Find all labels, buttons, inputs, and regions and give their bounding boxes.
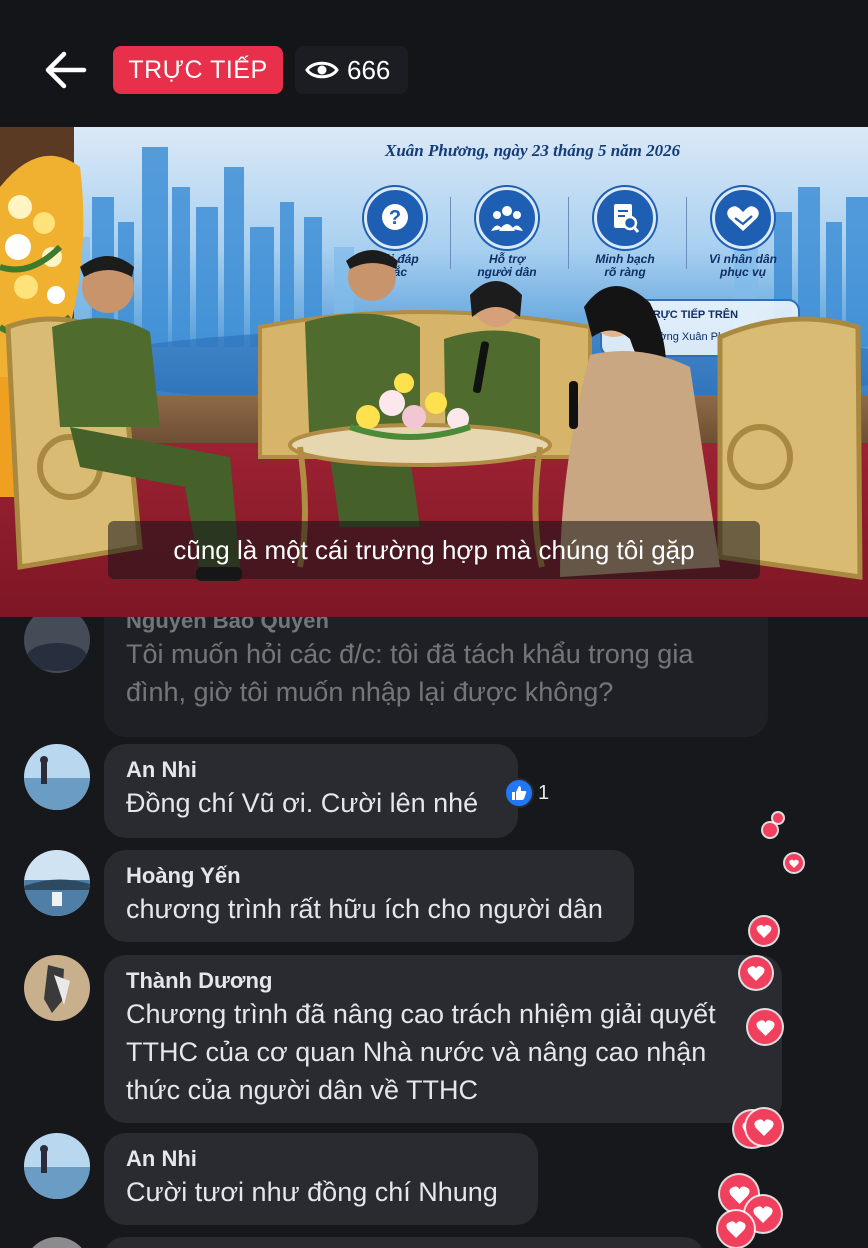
comment-bubble: An Nhi Cười tươi như đồng chí Nhung	[104, 1133, 538, 1225]
comment-author[interactable]: Thành Dương	[126, 967, 760, 995]
comment-author[interactable]: Nguyen Bao Quyen	[126, 617, 746, 635]
comment-text-line: chương trình rất hữu ích cho người dân	[126, 894, 603, 924]
comment-text-line: Chương trình đã nâng cao trách nhiệm giả…	[126, 999, 716, 1029]
avatar[interactable]	[24, 1237, 90, 1248]
heart-reaction-icon	[748, 1010, 782, 1044]
top-bar: TRỰC TIẾP 666	[0, 0, 868, 127]
comment-author[interactable]: An Nhi	[126, 756, 496, 784]
live-subtitle: cũng là một cái trường hợp mà chúng tôi …	[108, 521, 760, 579]
reaction-count: 1	[538, 781, 550, 804]
comment-text-line: thức của người dân về TTHC	[126, 1075, 479, 1105]
comment-bubble: Hoàng Yến chương trình rất hữu ích cho n…	[104, 850, 634, 942]
avatar[interactable]	[24, 744, 90, 810]
live-video[interactable]: Xuân Phương, ngày 23 tháng 5 năm 2026 ? …	[0, 127, 868, 617]
avatar[interactable]	[24, 850, 90, 916]
comment-text-line: Đồng chí Vũ ơi. Cười lên nhé	[126, 788, 479, 818]
live-badge: TRỰC TIẾP	[113, 46, 283, 94]
comment-author[interactable]: An Nhi	[126, 1145, 516, 1173]
avatar[interactable]	[24, 1133, 90, 1199]
comment-text-line: đình, giờ tôi muốn nhập lại được không?	[126, 677, 614, 707]
comment-text-line: Tôi muốn hỏi các đ/c: tôi đã tách khẩu t…	[126, 639, 694, 669]
like-icon	[504, 778, 534, 808]
back-button[interactable]	[38, 46, 92, 94]
heart-reaction-icon	[785, 854, 803, 872]
comment-bubble: Nguyen Bao Quyen Tôi muốn hỏi các đ/c: t…	[104, 617, 768, 737]
heart-reaction-icon	[750, 917, 778, 945]
avatar[interactable]	[24, 617, 90, 673]
back-arrow-icon	[45, 51, 87, 89]
viewer-count: 666	[295, 46, 409, 94]
comment-text-line: Cười tươi như đồng chí Nhung	[126, 1177, 498, 1207]
viewer-count-value: 666	[347, 54, 391, 85]
comment-feed[interactable]: Nguyen Bao Quyen Tôi muốn hỏi các đ/c: t…	[0, 617, 868, 1248]
heart-reaction-icon	[746, 1109, 782, 1145]
heart-reaction-icon	[740, 957, 772, 989]
avatar[interactable]	[24, 955, 90, 1021]
comment-bubble	[104, 1237, 704, 1248]
comment-text-line: TTHC của cơ quan Nhà nước và nâng cao nh…	[126, 1037, 707, 1067]
eye-icon	[305, 61, 339, 79]
comment-bubble: Thành Dương Chương trình đã nâng cao trá…	[104, 955, 782, 1123]
heart-reaction-icon	[773, 813, 783, 823]
comment-author[interactable]: Hoàng Yến	[126, 862, 612, 890]
heart-reaction-icon	[763, 823, 777, 837]
reaction-summary[interactable]: 1	[504, 778, 549, 808]
heart-reaction-icon	[718, 1211, 754, 1247]
comment-bubble: An Nhi Đồng chí Vũ ơi. Cười lên nhé	[104, 744, 518, 838]
